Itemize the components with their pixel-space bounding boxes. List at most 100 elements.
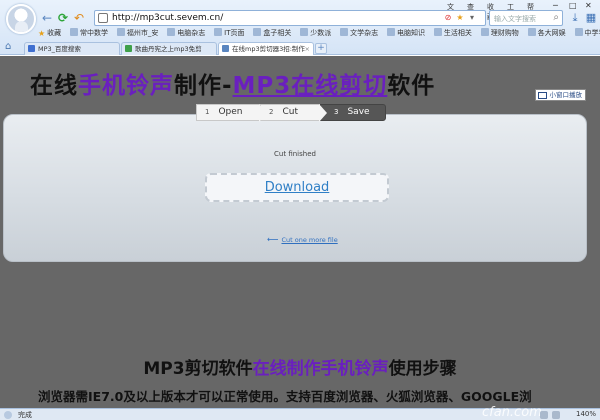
page-title: 在线手机铃声制作-MP3在线剪切软件 bbox=[30, 66, 435, 100]
fav-item[interactable]: 理财购物 bbox=[480, 28, 519, 38]
mini-window-icon bbox=[537, 92, 547, 99]
fav-label: IT页面 bbox=[224, 29, 245, 37]
star-icon: ★ bbox=[38, 29, 46, 38]
folder-icon bbox=[167, 28, 176, 36]
favorites-bar: ★ 收藏 常中数学 福州市_安 电脑杂志 IT页面 盒子相关 少数派 文学杂志 电… bbox=[38, 28, 600, 40]
close-window-icon[interactable]: ✕ bbox=[585, 1, 592, 10]
step-open: 1 Open bbox=[196, 104, 267, 122]
tab-song[interactable]: 歌曲丹宪之上mp3免剪 bbox=[121, 42, 217, 55]
folder-icon bbox=[116, 28, 125, 36]
fav-item[interactable]: 各大网娱 bbox=[527, 28, 566, 38]
search-box[interactable]: 输入文字搜索 ⌕ bbox=[489, 10, 563, 26]
folder-icon bbox=[214, 28, 223, 36]
status-text: Cut finished bbox=[274, 150, 316, 158]
tab-label: 在线mp3剪切器3招:制作 bbox=[232, 45, 305, 53]
title-part: 软件 bbox=[387, 73, 436, 99]
fav-item[interactable]: 文学杂志 bbox=[340, 28, 378, 38]
status-bar: 完成 cfan.com 140% bbox=[0, 405, 600, 420]
step-number: 3 bbox=[334, 108, 339, 116]
step-number: 1 bbox=[205, 108, 210, 116]
fav-label: 生活相关 bbox=[443, 29, 472, 37]
fav-label: 各大网娱 bbox=[537, 29, 566, 37]
fav-label: 文学杂志 bbox=[350, 29, 379, 37]
fav-item[interactable]: 少数派 bbox=[300, 28, 331, 38]
download-link[interactable]: Download bbox=[265, 180, 330, 195]
browser-requirement-note: 浏览器需IE7.0及以上版本才可以正常使用。支持百度浏览器、火狐浏览器、GOOG… bbox=[38, 389, 532, 404]
back-arrow-icon[interactable]: ← bbox=[40, 11, 54, 25]
statusbar-tool-icon[interactable] bbox=[540, 411, 548, 419]
page-content: 在线手机铃声制作-MP3在线剪切软件 小窗口播放 Cut finished Do… bbox=[0, 56, 600, 408]
fav-item[interactable]: 常中数学 bbox=[70, 28, 108, 38]
page-status-icon bbox=[4, 411, 12, 419]
title-highlight-link[interactable]: MP3在线剪切 bbox=[233, 73, 388, 99]
fav-label: 中学学 bbox=[584, 29, 600, 37]
title-part: 制作- bbox=[174, 73, 233, 99]
folder-icon bbox=[527, 28, 536, 36]
folder-icon bbox=[433, 28, 442, 36]
address-bar[interactable]: http://mp3cut.sevem.cn/ ⊘ ★ ▾ bbox=[94, 10, 486, 26]
title-part: 在线 bbox=[30, 73, 78, 99]
fav-item[interactable]: 福州市_安 bbox=[116, 28, 159, 38]
fav-label: 福州市_安 bbox=[126, 29, 159, 37]
user-avatar[interactable] bbox=[6, 4, 36, 34]
fav-item[interactable]: 盒子相关 bbox=[253, 28, 291, 38]
heading-highlight: 在线制作手机铃声 bbox=[252, 359, 389, 379]
fav-label: 少数派 bbox=[310, 29, 332, 37]
refresh-icon[interactable]: ⟳ bbox=[56, 11, 70, 25]
address-url[interactable]: http://mp3cut.sevem.cn/ bbox=[112, 13, 223, 23]
tab-close-icon[interactable]: × bbox=[305, 43, 310, 55]
fav-label: 常中数学 bbox=[80, 29, 109, 37]
folder-icon bbox=[574, 28, 583, 36]
heading-part: MP3剪切软件 bbox=[143, 359, 253, 379]
fav-item[interactable]: 电脑杂志 bbox=[167, 28, 205, 38]
tab-label: 歌曲丹宪之上mp3免剪 bbox=[135, 45, 202, 53]
maximize-icon[interactable]: □ bbox=[569, 1, 577, 10]
menu-grid-icon[interactable]: ▦ bbox=[584, 11, 598, 25]
cut-result-panel: Cut finished Download ⟵ Cut one more file bbox=[3, 114, 587, 262]
step-label: Save bbox=[347, 107, 370, 117]
fav-label: 电脑杂志 bbox=[177, 29, 206, 37]
tab-favicon-icon bbox=[28, 45, 35, 52]
fav-label: 理财购物 bbox=[490, 29, 519, 37]
fav-item[interactable]: 中学学 bbox=[574, 28, 600, 38]
statusbar-tool-icon[interactable] bbox=[552, 411, 560, 419]
tab-mp3cut-active[interactable]: 在线mp3剪切器3招:制作 × bbox=[218, 42, 314, 55]
folder-icon bbox=[387, 28, 396, 36]
address-dropdown-icon[interactable]: ▾ bbox=[467, 13, 477, 23]
search-icon[interactable]: ⌕ bbox=[553, 12, 559, 23]
undo-icon[interactable]: ↶ bbox=[72, 11, 86, 25]
tab-strip: ⌂ MP3_百度搜索 歌曲丹宪之上mp3免剪 在线mp3剪切器3招:制作 × + bbox=[0, 41, 600, 55]
mini-player-button[interactable]: 小窗口播放 bbox=[534, 89, 586, 101]
new-tab-button[interactable]: + bbox=[315, 43, 327, 54]
tab-label: MP3_百度搜索 bbox=[38, 45, 81, 53]
heading-part: 使用步骤 bbox=[388, 359, 457, 379]
step-number: 2 bbox=[269, 108, 274, 116]
fav-item[interactable]: 电脑知识 bbox=[387, 28, 425, 38]
favorites-star-button[interactable]: ★ 收藏 bbox=[38, 28, 61, 38]
download-box: Download bbox=[205, 173, 389, 202]
tab-favicon-icon bbox=[222, 45, 229, 52]
minimize-icon[interactable]: ─ bbox=[553, 1, 558, 10]
title-highlight: 手机铃声 bbox=[78, 73, 174, 99]
zoom-level[interactable]: 140% bbox=[576, 410, 596, 418]
folder-icon bbox=[340, 28, 349, 36]
search-placeholder: 输入文字搜索 bbox=[494, 15, 536, 23]
fav-label: 电脑知识 bbox=[397, 29, 426, 37]
fav-label: 盒子相关 bbox=[263, 29, 292, 37]
folder-icon bbox=[70, 28, 79, 36]
download-icon[interactable]: ⤓ bbox=[568, 11, 582, 25]
mini-player-label: 小窗口播放 bbox=[549, 91, 583, 99]
bookmark-star-icon[interactable]: ★ bbox=[455, 13, 465, 23]
step-save: 3 Save bbox=[320, 104, 386, 121]
home-icon[interactable]: ⌂ bbox=[5, 41, 11, 52]
step-cut: 2 Cut bbox=[260, 104, 327, 122]
usage-steps-heading: MP3剪切软件在线制作手机铃声使用步骤 bbox=[0, 354, 600, 379]
tab-baidu-search[interactable]: MP3_百度搜索 bbox=[24, 42, 120, 55]
folder-icon bbox=[480, 28, 489, 36]
step-label: Open bbox=[218, 107, 243, 117]
back-arrow-icon: ⟵ bbox=[267, 235, 279, 244]
fav-item[interactable]: 生活相关 bbox=[433, 28, 472, 38]
block-icon[interactable]: ⊘ bbox=[443, 13, 453, 23]
cut-one-more-link[interactable]: Cut one more file bbox=[281, 236, 337, 244]
fav-item[interactable]: IT页面 bbox=[214, 28, 245, 38]
